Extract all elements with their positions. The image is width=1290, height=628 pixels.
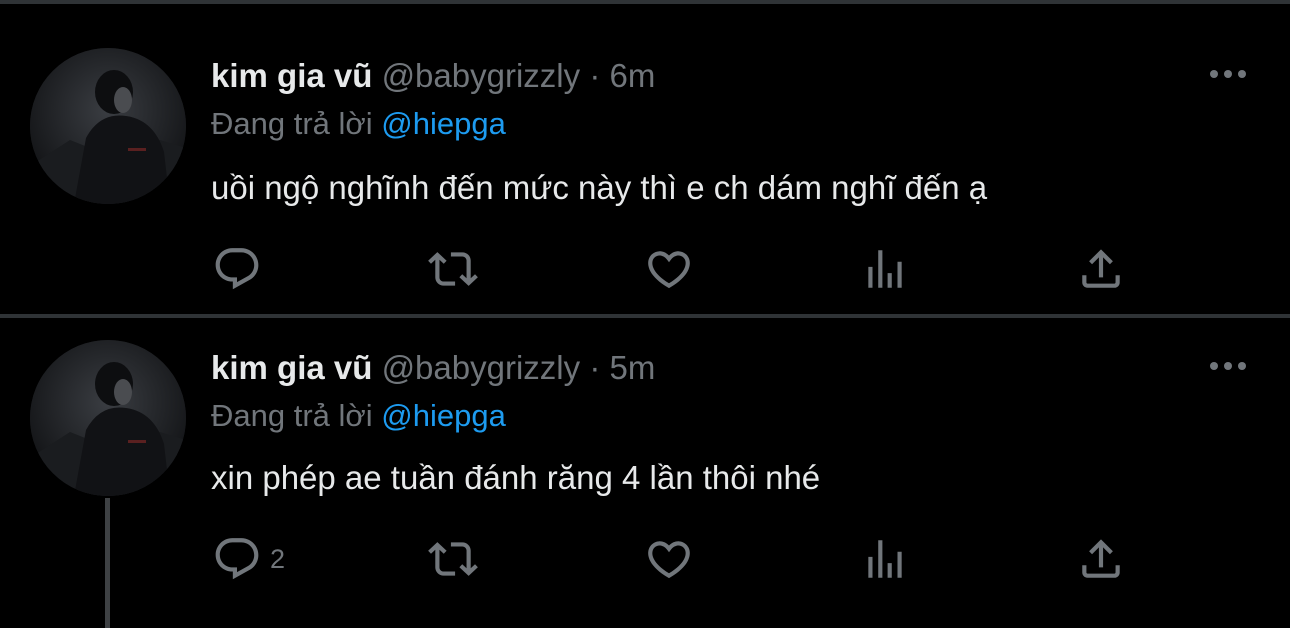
display-name[interactable]: kim gia vũ: [211, 57, 372, 94]
reply-icon: [212, 244, 262, 294]
replying-prefix: Đang trả lời: [211, 398, 373, 433]
separator-dot: ·: [589, 349, 601, 386]
reply-count: 2: [270, 543, 286, 574]
retweet-icon: [428, 244, 478, 294]
replying-prefix: Đang trả lời: [211, 106, 373, 141]
heart-icon: [644, 244, 694, 294]
reply-button[interactable]: 2: [212, 532, 285, 586]
tweet[interactable]: kim gia vũ @babygrizzly · 5m Đang trả lờ…: [0, 318, 1290, 628]
share-button[interactable]: [1076, 532, 1126, 586]
share-icon: [1076, 244, 1126, 294]
more-options-button[interactable]: [1206, 62, 1250, 86]
tweet[interactable]: kim gia vũ @babygrizzly · 6m Đang trả lờ…: [0, 4, 1290, 314]
views-button[interactable]: [860, 532, 910, 586]
more-options-button[interactable]: [1206, 354, 1250, 378]
heart-icon: [644, 534, 694, 584]
share-icon: [1076, 534, 1126, 584]
retweet-button[interactable]: [428, 532, 478, 586]
tweet-header: kim gia vũ @babygrizzly · 5m: [211, 348, 655, 388]
tweet-header: kim gia vũ @babygrizzly · 6m: [211, 56, 655, 96]
action-bar: [0, 242, 1290, 296]
like-button[interactable]: [644, 532, 694, 586]
timestamp[interactable]: 6m: [609, 57, 655, 94]
retweet-button[interactable]: [428, 242, 478, 296]
avatar[interactable]: [30, 340, 186, 496]
action-bar: 2: [0, 532, 1290, 586]
analytics-icon: [860, 534, 910, 584]
mention-link[interactable]: @hiepga: [381, 106, 506, 141]
retweet-icon: [428, 534, 478, 584]
views-button[interactable]: [860, 242, 910, 296]
like-button[interactable]: [644, 242, 694, 296]
user-handle[interactable]: @babygrizzly: [382, 349, 581, 386]
user-handle[interactable]: @babygrizzly: [382, 57, 581, 94]
analytics-icon: [860, 244, 910, 294]
reply-button[interactable]: [212, 242, 270, 296]
replying-to: Đang trả lời @hiepga: [211, 104, 506, 144]
share-button[interactable]: [1076, 242, 1126, 296]
separator-dot: ·: [589, 57, 601, 94]
avatar[interactable]: [30, 48, 186, 204]
reply-icon: [212, 534, 262, 584]
replying-to: Đang trả lời @hiepga: [211, 396, 506, 436]
mention-link[interactable]: @hiepga: [381, 398, 506, 433]
timestamp[interactable]: 5m: [609, 349, 655, 386]
tweet-text: xin phép ae tuần đánh răng 4 lần thôi nh…: [211, 459, 821, 496]
tweet-text: uồi ngộ nghĩnh đến mức này thì e ch dám …: [211, 169, 988, 206]
display-name[interactable]: kim gia vũ: [211, 349, 372, 386]
